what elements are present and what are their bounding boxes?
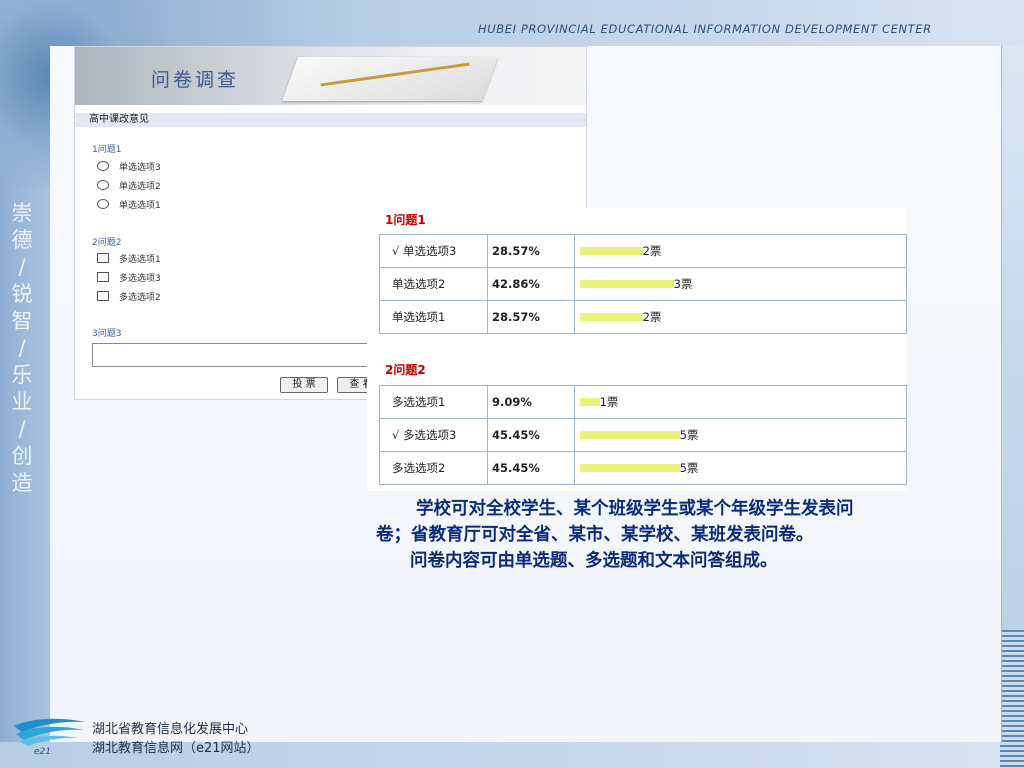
slogan-char: 德 (11, 228, 33, 252)
footer-org-name: 湖北省教育信息化发展中心 (92, 722, 249, 737)
checkbox-option[interactable] (97, 253, 109, 263)
description-line: 问卷内容可由单选题、多选题和文本问答组成。 (410, 551, 778, 571)
percent-value: 9.09% (486, 385, 575, 419)
result-2-title: 2问题2 (385, 363, 426, 377)
slogan-char: 崇 (11, 201, 33, 225)
vertical-slogan: 崇 德 / 锐 智 / 乐 业 / 创 造 (8, 200, 36, 497)
footer-text: 湖北省教育信息化发展中心 湖北教育信息网（e21网站） (92, 720, 260, 758)
result-1-title: 1问题1 (385, 213, 426, 227)
table-row: √ 多选选项3 45.45% 5票 (379, 418, 908, 452)
checkbox-option[interactable] (97, 272, 109, 282)
slogan-char: 乐 (11, 363, 33, 387)
description-line: 学校可对全校学生、某个班级学生或某个年级学生发表问 (416, 499, 854, 519)
table-row: 多选选项1 9.09% 1票 (379, 385, 908, 419)
vote-bar (579, 398, 600, 406)
slogan-char: / (18, 417, 26, 441)
slogan-char: 智 (11, 309, 33, 333)
checkbox-option-label: 多选选项2 (119, 293, 161, 303)
vote-count: 2票 (642, 244, 662, 258)
question-3-label: 3问题3 (92, 329, 122, 339)
slogan-char: 锐 (11, 282, 33, 306)
logo-text: e21 (34, 747, 51, 756)
percent-value: 42.86% (487, 267, 575, 301)
vote-bar (579, 280, 674, 288)
vote-count: 5票 (679, 461, 699, 475)
percent-value: 45.45% (486, 418, 575, 452)
vote-button[interactable]: 投 票 (280, 377, 328, 393)
option-label: 多选选项2 (379, 451, 488, 485)
result-1-table: √ 单选选项3 28.57% 2票 单选选项2 42.86% 3票 单选选项1 … (379, 234, 908, 334)
header-title: HUBEI PROVINCIAL EDUCATIONAL INFORMATION… (478, 22, 932, 36)
slogan-char: / (18, 255, 26, 279)
option-label: 单选选项2 (379, 267, 488, 301)
radio-option[interactable] (97, 180, 109, 190)
survey-results: 1问题1 √ 单选选项3 28.57% 2票 单选选项2 42.86% 3票 单… (367, 208, 908, 491)
survey-heading: 高中课改意见 (75, 113, 586, 127)
vote-bar (579, 464, 680, 472)
e21-logo: e21 (14, 718, 86, 756)
option-label: 单选选项1 (379, 300, 488, 334)
percent-value: 28.57% (487, 234, 575, 268)
vote-bar (579, 313, 643, 321)
slogan-char: / (18, 336, 26, 360)
description-text: 学校可对全校学生、某个班级学生或某个年级学生发表问 卷；省教育厅可对全省、某市、… (376, 496, 996, 574)
option-label: √ 多选选项3 (379, 418, 488, 452)
vote-bar (579, 431, 680, 439)
table-row: √ 单选选项3 28.57% 2票 (379, 234, 908, 268)
result-2-table: 多选选项1 9.09% 1票 √ 多选选项3 45.45% 5票 多选选项2 4… (379, 385, 908, 485)
vote-count: 1票 (599, 395, 619, 409)
table-row: 单选选项1 28.57% 2票 (379, 300, 908, 334)
vote-count: 5票 (679, 428, 699, 442)
option-label: 多选选项1 (379, 385, 488, 419)
table-row: 单选选项2 42.86% 3票 (379, 267, 908, 301)
footer-site-name: 湖北教育信息网（e21网站） (92, 741, 260, 756)
radio-option[interactable] (97, 161, 109, 171)
vote-count: 3票 (673, 277, 693, 291)
stripe-decoration (1000, 630, 1024, 768)
description-line: 卷；省教育厅可对全省、某市、某学校、某班发表问卷。 (376, 525, 814, 545)
banner-title: 问卷调查 (151, 69, 240, 91)
vote-count: 2票 (642, 310, 662, 324)
table-row: 多选选项2 45.45% 5票 (379, 451, 908, 485)
slogan-char: 创 (11, 444, 33, 468)
option-label: √ 单选选项3 (379, 234, 488, 268)
percent-value: 28.57% (487, 300, 575, 334)
question-2-label: 2问题2 (92, 238, 122, 248)
radio-option-label: 单选选项1 (119, 201, 161, 211)
checkbox-option-label: 多选选项3 (119, 274, 161, 284)
checkbox-option-label: 多选选项1 (119, 255, 161, 265)
question-1-label: 1问题1 (92, 145, 122, 155)
slogan-char: 业 (11, 390, 33, 414)
radio-option-label: 单选选项2 (119, 182, 161, 192)
vote-bar (579, 247, 643, 255)
checkbox-option[interactable] (97, 291, 109, 301)
radio-option[interactable] (97, 199, 109, 209)
percent-value: 45.45% (486, 451, 575, 485)
slogan-char: 造 (11, 471, 33, 495)
radio-option-label: 单选选项3 (119, 163, 161, 173)
answer-text-input[interactable] (92, 343, 394, 367)
